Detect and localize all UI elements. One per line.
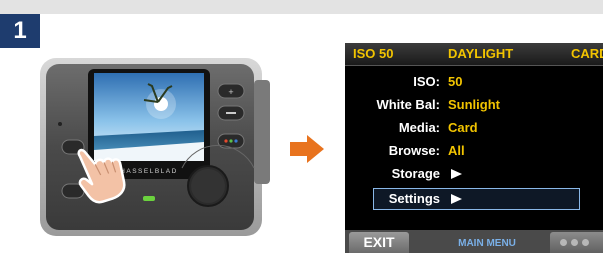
footer-title: MAIN MENU <box>458 238 516 249</box>
camera-side-grip <box>254 80 270 184</box>
menu-item-white-balance[interactable]: White Bal: Sunlight <box>345 94 603 116</box>
svg-text:+: + <box>228 87 233 97</box>
status-storage: CARD <box>571 46 603 61</box>
step-number-badge: 1 <box>0 14 40 48</box>
menu-item-value: 50 <box>448 74 463 89</box>
menu-item-label: White Bal: <box>376 97 440 112</box>
menu-item-value: Sunlight <box>448 97 500 112</box>
menu-item-label: Media: <box>398 120 440 135</box>
right-triangle-icon <box>451 169 462 179</box>
three-dots-icon[interactable] <box>550 232 603 253</box>
status-white-balance: DAYLIGHT <box>448 46 514 61</box>
menu-item-iso[interactable]: ISO: 50 <box>345 71 603 93</box>
camera-illustration: HASSELBLAD + <box>40 58 270 236</box>
lcd-footer: EXIT MAIN MENU <box>345 230 603 253</box>
menu-item-settings[interactable]: Settings <box>345 188 603 210</box>
menu-item-storage[interactable]: Storage <box>345 163 603 185</box>
exit-button[interactable]: EXIT <box>349 232 409 253</box>
menu-item-label: Storage <box>391 166 440 181</box>
camera-lcd-menu: ISO 50 DAYLIGHT CARD ISO: 50 White Bal: … <box>345 43 603 253</box>
menu-item-label: Settings <box>388 191 440 206</box>
menu-item-value: All <box>448 143 465 158</box>
status-led <box>143 196 155 201</box>
menu-item-media[interactable]: Media: Card <box>345 117 603 139</box>
menu-item-value: Card <box>448 120 478 135</box>
right-arrow-icon <box>290 135 324 163</box>
menu-item-browse[interactable]: Browse: All <box>345 140 603 162</box>
menu-item-label: ISO: <box>413 74 440 89</box>
lcd-status-bar: ISO 50 DAYLIGHT CARD <box>345 43 603 66</box>
right-triangle-icon <box>451 194 462 204</box>
top-divider-bar <box>0 0 603 14</box>
camera-brand-label: HASSELBLAD <box>120 168 178 175</box>
status-iso: ISO 50 <box>353 46 394 61</box>
menu-item-label: Browse: <box>388 143 440 158</box>
